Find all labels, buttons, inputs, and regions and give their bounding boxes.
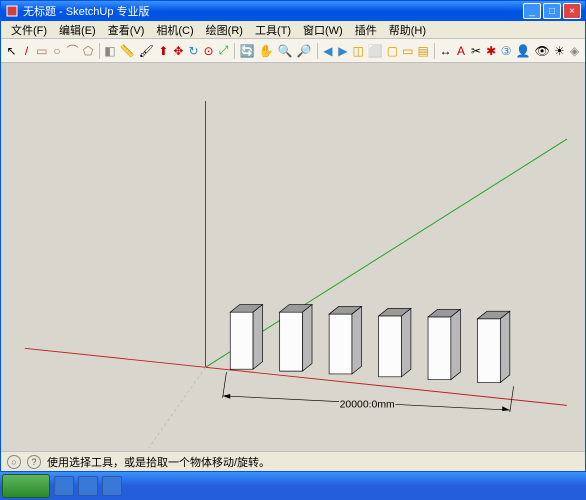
pan-tool-icon[interactable]: ✋ bbox=[258, 42, 275, 60]
walk-tool-icon[interactable]: 👤 bbox=[515, 42, 532, 60]
text-tool-icon[interactable]: A bbox=[454, 42, 467, 60]
pushpull-tool-icon[interactable]: ⬆ bbox=[157, 42, 170, 60]
line-tool-icon[interactable]: / bbox=[20, 42, 33, 60]
status-text: 使用选择工具，或是拾取一个物体移动/旋转。 bbox=[47, 454, 270, 470]
minimize-button[interactable]: _ bbox=[523, 3, 541, 19]
red-axis-neg bbox=[25, 348, 206, 367]
menu-view[interactable]: 查看(V) bbox=[102, 22, 151, 38]
zoom-tool-icon[interactable]: 🔍 bbox=[277, 42, 294, 60]
xray-tool-icon[interactable]: ◈ bbox=[568, 42, 581, 60]
3dtext-tool-icon[interactable]: ③ bbox=[500, 42, 513, 60]
help-icon[interactable]: ? bbox=[27, 455, 41, 469]
scale-tool-icon[interactable]: ⤢ bbox=[217, 42, 230, 60]
zoom-extents-icon[interactable]: 🔎 bbox=[296, 42, 313, 60]
menu-help[interactable]: 帮助(H) bbox=[383, 22, 432, 38]
separator bbox=[234, 43, 235, 59]
statusbar: ○ ? 使用选择工具，或是拾取一个物体移动/旋转。 bbox=[1, 451, 585, 471]
model-viewport[interactable]: 20000.0mm bbox=[1, 63, 585, 451]
circle-tool-icon[interactable]: ○ bbox=[50, 42, 63, 60]
menu-window[interactable]: 窗口(W) bbox=[297, 22, 349, 38]
rotate-tool-icon[interactable]: ↻ bbox=[187, 42, 200, 60]
separator bbox=[317, 43, 318, 59]
iso-view-icon[interactable]: ◫ bbox=[351, 42, 364, 60]
tape-tool-icon[interactable]: 📏 bbox=[119, 42, 136, 60]
next-view-icon[interactable]: ▶ bbox=[336, 42, 349, 60]
polygon-tool-icon[interactable]: ⬠ bbox=[82, 42, 95, 60]
box-group bbox=[230, 305, 510, 383]
maximize-button[interactable]: □ bbox=[543, 3, 561, 19]
menu-plugins[interactable]: 插件 bbox=[349, 22, 383, 38]
green-axis-neg bbox=[148, 367, 205, 448]
dimension-value: 20000.0mm bbox=[340, 399, 395, 410]
close-button[interactable]: × bbox=[563, 3, 581, 19]
info-icon[interactable]: ○ bbox=[7, 455, 21, 469]
menu-draw[interactable]: 绘图(R) bbox=[200, 22, 249, 38]
look-tool-icon[interactable]: 👁 bbox=[534, 42, 551, 60]
eraser-tool-icon[interactable]: ◧ bbox=[103, 42, 116, 60]
menu-edit[interactable]: 编辑(E) bbox=[53, 22, 102, 38]
front-view-icon[interactable]: ▢ bbox=[386, 42, 399, 60]
toolbar: ↖ / ▭ ○ ⌒ ⬠ ◧ 📏 🖌 ⬆ ✥ ↻ ⊙ ⤢ 🔄 ✋ 🔍 🔎 ◀ ▶ … bbox=[1, 39, 585, 63]
menubar: 文件(F) 编辑(E) 查看(V) 相机(C) 绘图(R) 工具(T) 窗口(W… bbox=[1, 21, 585, 39]
dimension-annotation: 20000.0mm bbox=[223, 372, 514, 412]
menu-file[interactable]: 文件(F) bbox=[5, 22, 53, 38]
paint-tool-icon[interactable]: 🖌 bbox=[138, 42, 155, 60]
menu-camera[interactable]: 相机(C) bbox=[150, 22, 199, 38]
scene-svg: 20000.0mm bbox=[1, 63, 585, 451]
dimension-tool-icon[interactable]: ↔ bbox=[438, 42, 452, 60]
separator bbox=[99, 43, 100, 59]
axes-tool-icon[interactable]: ✱ bbox=[485, 42, 498, 60]
section-tool-icon[interactable]: ✂ bbox=[470, 42, 483, 60]
task-item[interactable] bbox=[102, 476, 122, 496]
window-title: 无标题 - SketchUp 专业版 bbox=[23, 3, 523, 19]
titlebar[interactable]: 无标题 - SketchUp 专业版 _ □ × bbox=[1, 1, 585, 21]
separator bbox=[434, 43, 435, 59]
task-item[interactable] bbox=[78, 476, 98, 496]
shadow-tool-icon[interactable]: ☀ bbox=[553, 42, 566, 60]
offset-tool-icon[interactable]: ⊙ bbox=[202, 42, 215, 60]
top-view-icon[interactable]: ⬜ bbox=[367, 42, 384, 60]
right-view-icon[interactable]: ▭ bbox=[401, 42, 414, 60]
prev-view-icon[interactable]: ◀ bbox=[321, 42, 334, 60]
back-view-icon[interactable]: ▤ bbox=[416, 42, 429, 60]
start-button[interactable] bbox=[2, 474, 50, 498]
move-tool-icon[interactable]: ✥ bbox=[172, 42, 185, 60]
arc-tool-icon[interactable]: ⌒ bbox=[66, 42, 80, 60]
menu-tools[interactable]: 工具(T) bbox=[249, 22, 297, 38]
app-icon bbox=[5, 4, 19, 18]
taskbar[interactable] bbox=[0, 472, 586, 500]
select-tool-icon[interactable]: ↖ bbox=[5, 42, 18, 60]
rectangle-tool-icon[interactable]: ▭ bbox=[35, 42, 48, 60]
orbit-tool-icon[interactable]: 🔄 bbox=[239, 42, 256, 60]
task-item[interactable] bbox=[54, 476, 74, 496]
